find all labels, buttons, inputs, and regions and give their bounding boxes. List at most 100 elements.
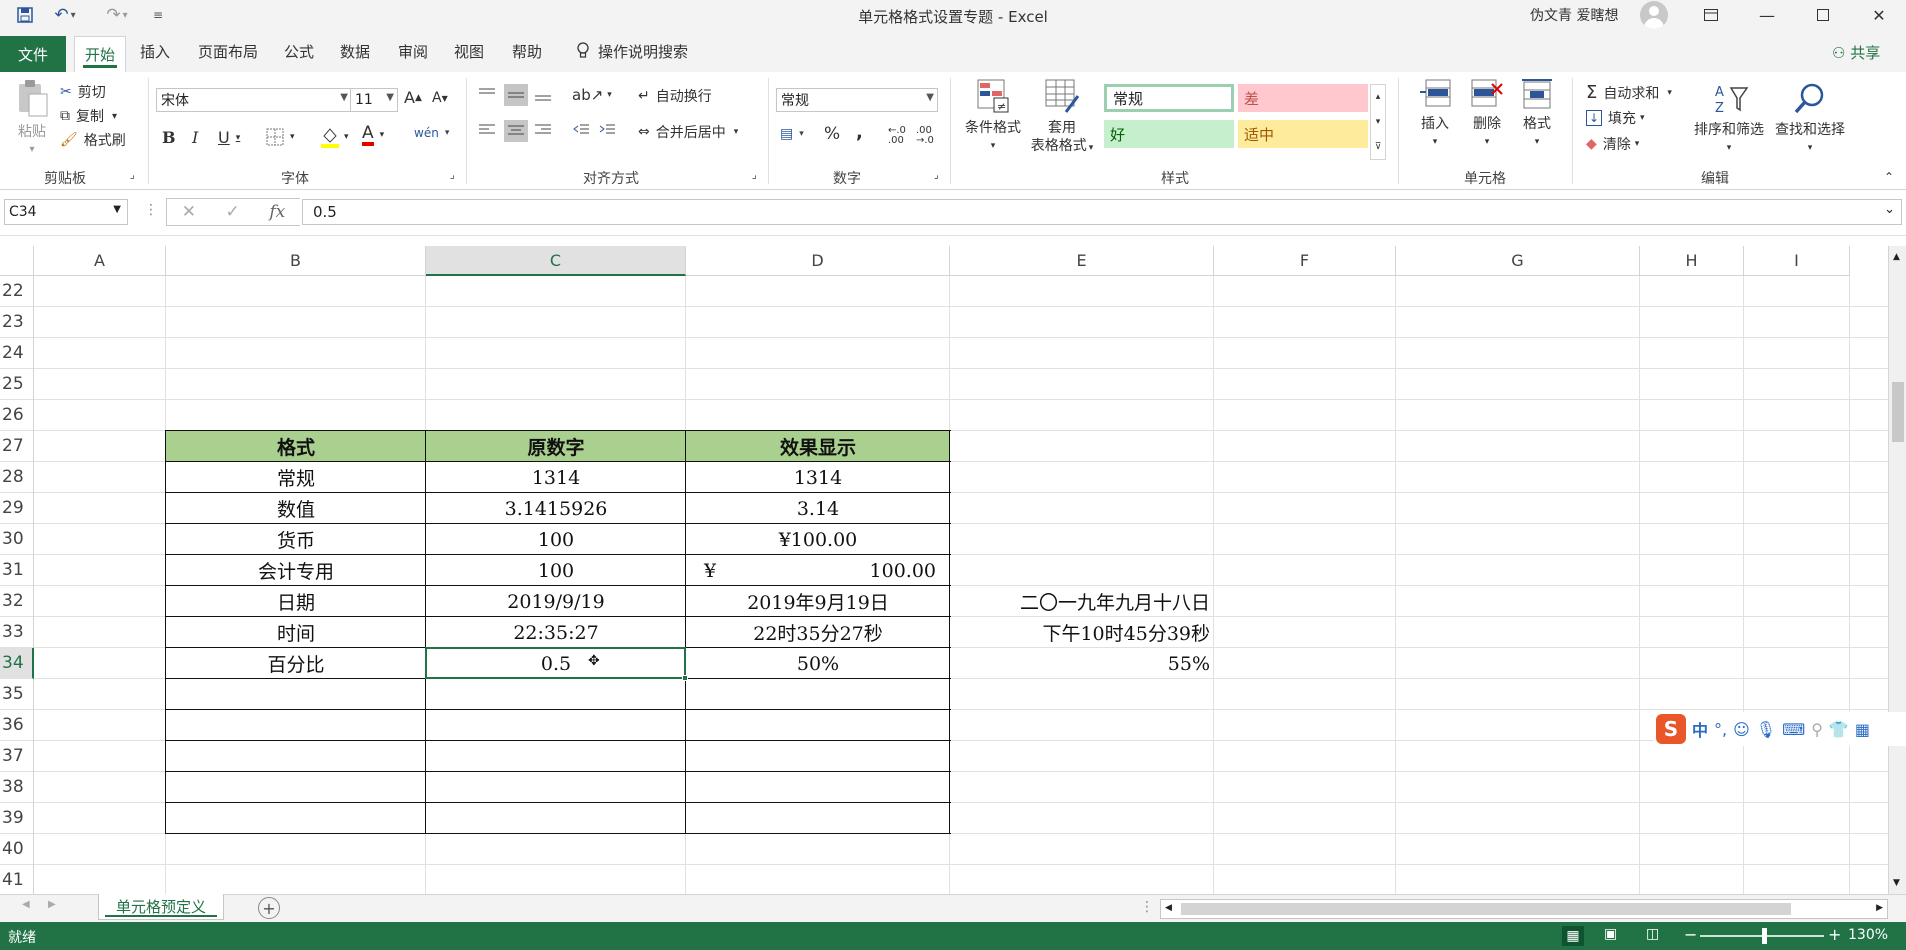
ime-mode[interactable]: 中 [1692,717,1708,741]
row-header-41[interactable]: 41 [0,865,34,894]
column-header-b[interactable]: B [166,246,426,276]
table-cell[interactable]: 3.14 [686,493,950,524]
toolbox-icon[interactable]: ▦ [1855,720,1870,739]
conditional-format-button[interactable]: ≠ 条件格式 ▾ [958,78,1028,155]
table-cell[interactable]: ¥100.00 [686,524,950,555]
style-neutral[interactable]: 适中 [1238,120,1368,148]
sort-filter-button[interactable]: AZ 排序和筛选 ▾ [1690,82,1768,157]
punctuation-icon[interactable]: °, [1714,720,1727,739]
microphone-icon[interactable]: 🎙 [1756,720,1776,739]
find-select-button[interactable]: 查找和选择 ▾ [1770,82,1850,157]
vertical-scrollbar[interactable]: ▲ ▼ [1888,246,1906,894]
name-box[interactable]: C34 ▼ [4,199,128,225]
format-painter-button[interactable]: 🖌 格式刷 [60,130,126,150]
skin-icon[interactable]: 👕 [1829,720,1849,739]
column-header-d[interactable]: D [686,246,950,276]
style-good[interactable]: 好 [1104,120,1234,148]
fill-handle[interactable] [682,675,688,681]
sheet-tab-active[interactable]: 单元格预定义 [98,894,224,920]
row-header-40[interactable]: 40 [0,834,34,865]
row-header-39[interactable]: 39 [0,803,34,834]
table-cell[interactable]: 100.00 [686,555,950,586]
copy-button[interactable]: ⧉ 复制 ▾ [60,106,117,126]
decrease-font-icon[interactable]: A ▼ [432,90,448,106]
fill-button[interactable]: ↓ 填充 ▾ [1586,108,1645,128]
table-cell[interactable]: 100 [426,555,686,586]
align-bottom-icon[interactable] [534,86,552,102]
insert-cells-button[interactable]: 插入 ▾ [1410,78,1460,151]
row-header-23[interactable]: 23 [0,307,34,338]
row-header-34[interactable]: 34 [0,648,34,679]
tell-me-search[interactable]: 操作说明搜索 [566,36,698,66]
styles-gallery-scroll[interactable]: ▴ ▾ ⊽ [1370,84,1386,160]
row-header-32[interactable]: 32 [0,586,34,617]
wrap-text-button[interactable]: ↵ 自动换行 [638,86,712,106]
column-header-a[interactable]: A [34,246,166,276]
keyboard-icon[interactable]: ⌨ [1782,720,1805,739]
table-header-cell[interactable]: 格式 [166,431,426,462]
close-icon[interactable]: ✕ [1856,0,1902,30]
tab-file[interactable]: 文件 [0,36,66,72]
underline-button[interactable]: U ▾ [218,128,240,147]
increase-font-icon[interactable]: A ▲ [404,88,422,107]
maximize-icon[interactable] [1800,0,1846,30]
scroll-thumb[interactable] [1892,382,1904,442]
tab-home[interactable]: 开始 [74,36,127,72]
enter-icon[interactable]: ✓ [226,202,240,222]
table-cell[interactable]: 会计专用 [166,555,426,586]
page-layout-view-icon[interactable]: ▣ [1604,926,1617,942]
font-launcher-icon[interactable]: ⌟ [450,170,455,181]
row-header-37[interactable]: 37 [0,741,34,772]
bold-button[interactable]: B [162,128,176,147]
alignment-launcher-icon[interactable]: ⌟ [752,170,757,181]
table-header-cell[interactable]: 原数字 [426,431,686,462]
tab-help[interactable]: 帮助 [502,36,552,66]
column-header-h[interactable]: H [1640,246,1744,276]
scroll-down-icon[interactable]: ▼ [1893,878,1900,888]
table-cell[interactable]: 百分比 [166,648,426,679]
row-header-29[interactable]: 29 [0,493,34,524]
increase-indent-icon[interactable] [598,122,616,138]
row-header-27[interactable]: 27 [0,431,34,462]
number-launcher-icon[interactable]: ⌟ [934,170,939,181]
font-name-combo[interactable]: 宋体 ▼ [156,88,352,112]
table-cell[interactable]: 50% [686,648,950,679]
increase-decimal-icon[interactable]: ←.0.00 [888,126,906,146]
row-header-24[interactable]: 24 [0,338,34,369]
formula-input[interactable]: 0.5 ⌄ [302,199,1902,225]
page-break-view-icon[interactable]: ◫ [1646,926,1659,942]
table-cell[interactable]: 货币 [166,524,426,555]
row-header-31[interactable]: 31 [0,555,34,586]
column-header-g[interactable]: G [1396,246,1640,276]
table-cell[interactable]: 1314 [426,462,686,493]
font-color-icon[interactable]: A ▾ [362,124,384,146]
style-bad[interactable]: 差 [1238,84,1368,112]
collapse-ribbon-icon[interactable]: ⌃ [1884,170,1894,184]
col-e-cell[interactable]: 二〇一九年九月十八日 [950,586,1210,617]
selected-cell-c34[interactable] [425,647,686,679]
cancel-icon[interactable]: ✕ [182,202,196,222]
borders-icon[interactable]: ▾ [266,128,295,146]
table-cell[interactable]: 22:35:27 [426,617,686,648]
autosum-button[interactable]: Σ 自动求和 ▾ [1586,82,1672,103]
row-header-25[interactable]: 25 [0,369,34,400]
format-as-table-button[interactable]: 套用 表格格式 ▾ [1026,78,1098,157]
italic-button[interactable]: I [192,128,198,147]
row-header-28[interactable]: 28 [0,462,34,493]
col-e-cell[interactable]: 下午10时45分39秒 [950,617,1210,648]
normal-view-icon[interactable]: ▦ [1562,926,1584,946]
zoom-out-icon[interactable]: − [1684,925,1697,944]
zoom-in-icon[interactable]: + [1828,925,1841,944]
column-header-e[interactable]: E [950,246,1214,276]
emoji-icon[interactable]: ☺ [1733,720,1750,739]
sogou-logo-icon[interactable]: S [1656,714,1686,744]
tab-view[interactable]: 视图 [444,36,494,66]
row-header-35[interactable]: 35 [0,679,34,710]
decrease-decimal-icon[interactable]: .00 →.0 [916,126,934,146]
avatar[interactable] [1640,1,1668,29]
row-header-38[interactable]: 38 [0,772,34,803]
scroll-left-icon[interactable]: ◀ [1165,903,1172,913]
table-cell[interactable]: 1314 [686,462,950,493]
align-top-icon[interactable] [478,86,496,102]
accounting-format-icon[interactable]: ▤ ▾ [780,126,804,142]
